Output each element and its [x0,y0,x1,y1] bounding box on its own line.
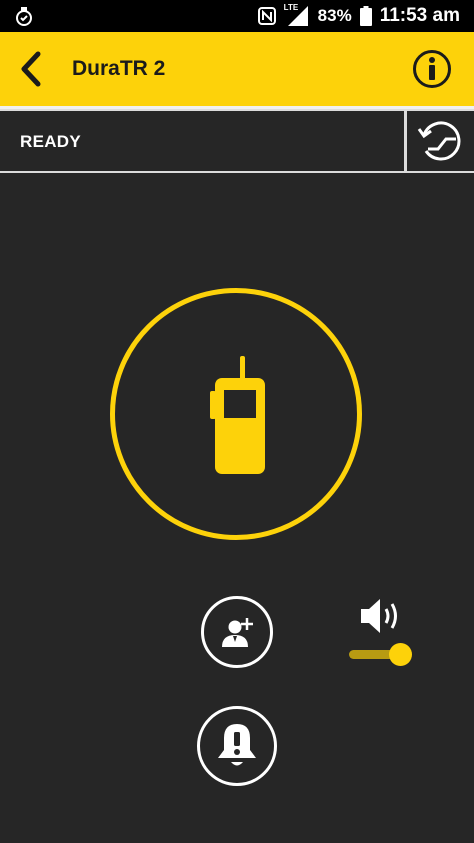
status-divider [404,111,407,171]
app-notification-icon [16,7,32,26]
page-title: DuraTR 2 [72,57,166,80]
clock: 11:53 am [379,5,460,26]
scan-icon[interactable] [416,119,466,165]
chevron-left-icon[interactable] [16,50,48,88]
status-text: READY [20,132,82,151]
alert-bell-icon [218,724,256,766]
push-to-talk-button[interactable] [110,288,362,540]
walkie-talkie-icon [210,356,265,474]
app-bar: DuraTR 2 [0,32,474,109]
speaker-icon [361,599,397,633]
battery-icon [359,6,372,26]
nfc-icon [257,7,276,25]
add-contact-button[interactable] [201,596,273,668]
channel-status-row: READY [0,109,474,173]
volume-slider-thumb[interactable] [388,643,412,666]
alert-button[interactable] [197,706,277,786]
add-contact-icon [222,618,253,647]
system-status-bar: LTE 83% 11:53 am [0,0,474,32]
battery-percent: 83% [317,6,352,25]
info-icon[interactable] [412,49,452,89]
lte-signal-icon: LTE [284,3,310,27]
volume-slider[interactable] [349,643,413,666]
